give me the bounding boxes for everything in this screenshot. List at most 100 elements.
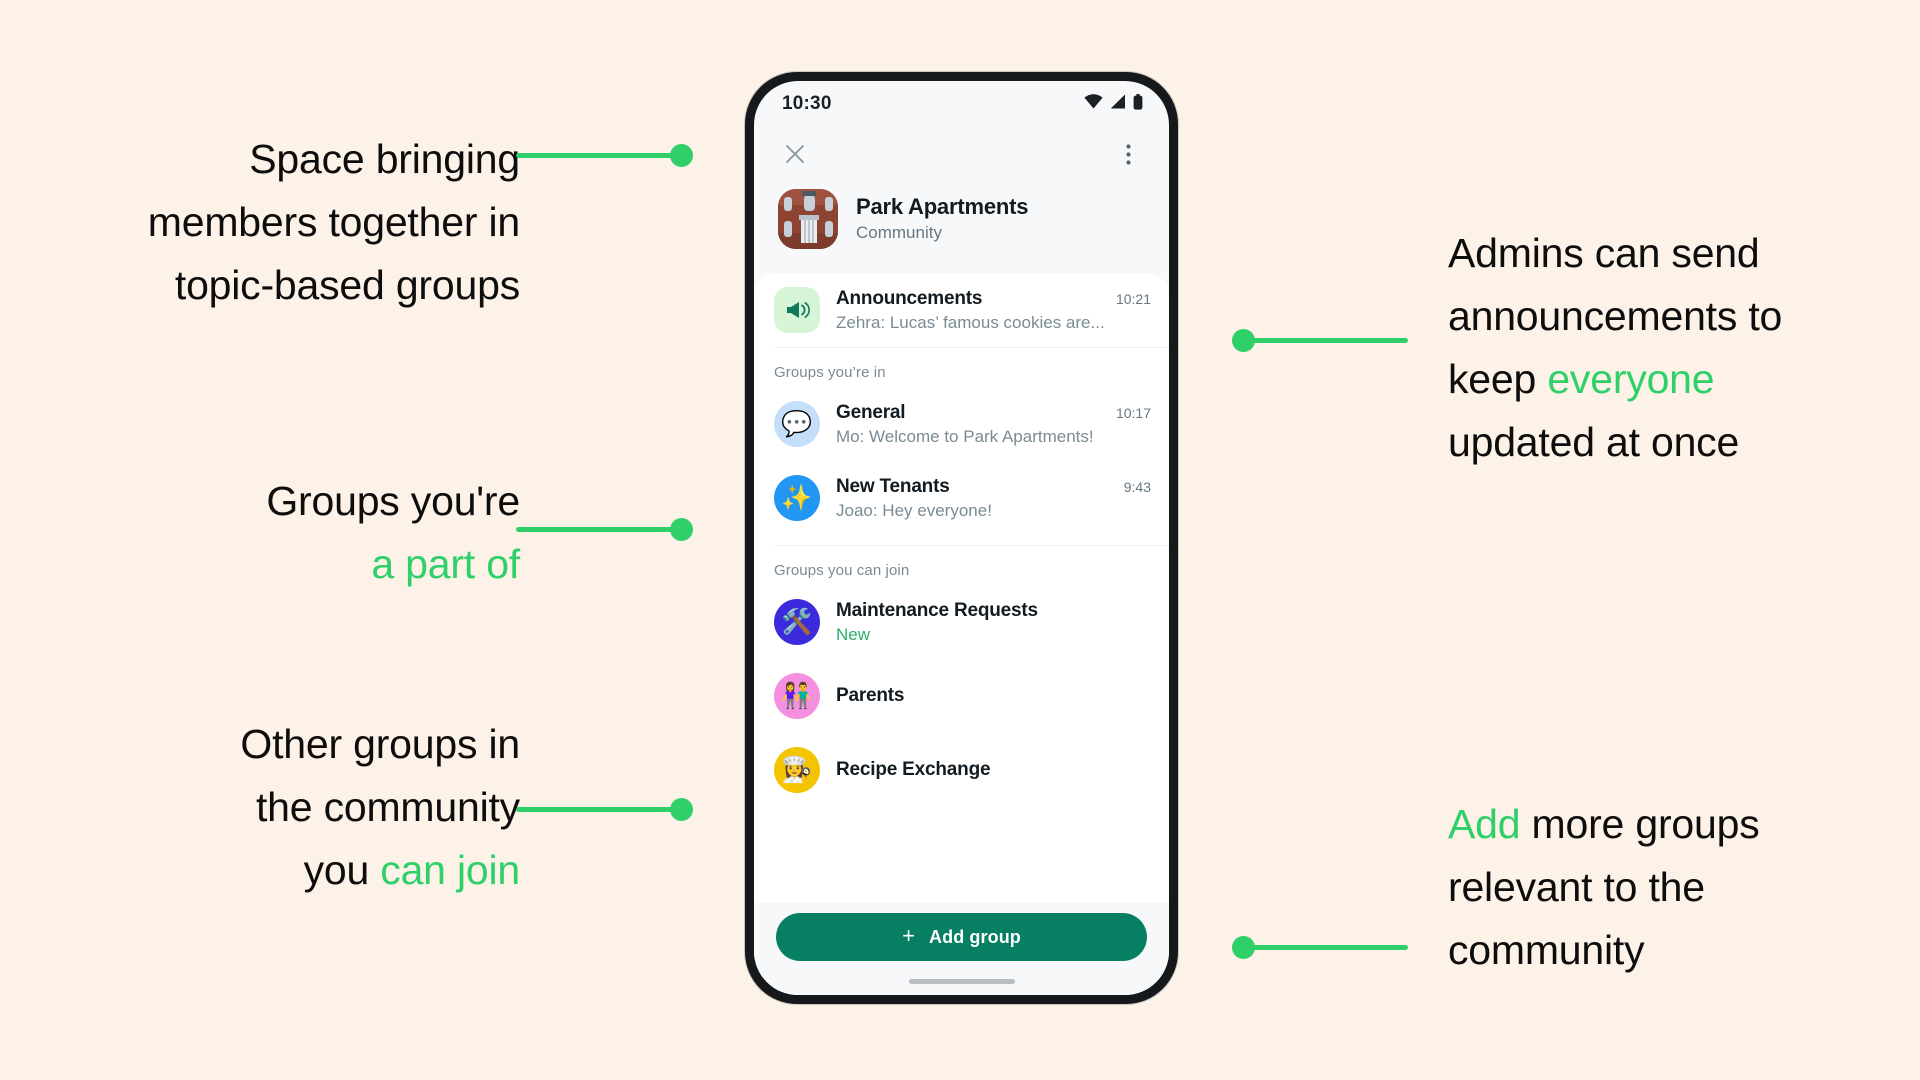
app-top-bar bbox=[754, 127, 1169, 181]
annotation-highlight: a part of bbox=[371, 541, 520, 587]
annotation-line: Admins can send bbox=[1448, 222, 1878, 285]
list-item-preview: Joao: Hey everyone! bbox=[836, 500, 992, 520]
leader-line-left-1 bbox=[516, 153, 684, 158]
list-item[interactable]: ✨ New Tenants 9:43 Joao: Hey everyone! bbox=[754, 461, 1169, 535]
annotation-text: Groups you're bbox=[266, 478, 520, 524]
cellular-signal-icon bbox=[1110, 94, 1126, 114]
annotation-text: members together in bbox=[147, 199, 520, 245]
annotation-line: Add more groups bbox=[1448, 793, 1878, 856]
phone-mockup: 10:30 Park Apartments Community Announce… bbox=[745, 72, 1178, 1004]
annotation-text: Space bringing bbox=[249, 136, 520, 182]
annotation-highlight: can join bbox=[380, 847, 520, 893]
annotation-line: Groups you're bbox=[60, 470, 520, 533]
phone-screen: 10:30 Park Apartments Community Announce… bbox=[754, 81, 1169, 995]
annotation-line: community bbox=[1448, 919, 1878, 982]
list-item-preview: Mo: Welcome to Park Apartments! bbox=[836, 426, 1094, 446]
community-header[interactable]: Park Apartments Community bbox=[754, 181, 1169, 273]
list-item-title: Parents bbox=[836, 685, 905, 706]
list-item-titleline: Announcements 10:21 bbox=[836, 288, 1151, 310]
leader-line-right-2 bbox=[1243, 945, 1408, 950]
list-item-body: New Tenants 9:43 Joao: Hey everyone! bbox=[836, 476, 1151, 521]
battery-icon bbox=[1133, 93, 1143, 115]
list-item-title: Announcements bbox=[836, 287, 983, 309]
annotation-space-bringing-members: Space bringing members together in topic-b… bbox=[60, 128, 520, 317]
groups-list: Announcements 10:21 Zehra: Lucas’ famous… bbox=[754, 273, 1169, 903]
home-indicator-area bbox=[754, 967, 1169, 995]
annotation-line: Other groups in bbox=[60, 713, 520, 776]
list-item-time: 10:21 bbox=[1115, 290, 1151, 307]
status-bar: 10:30 bbox=[754, 81, 1169, 127]
status-badge: New bbox=[836, 624, 871, 644]
annotation-line: topic-based groups bbox=[60, 254, 520, 317]
list-item-body: Parents bbox=[836, 685, 1151, 707]
annotation-text: community bbox=[1448, 927, 1645, 973]
annotation-text: more groups bbox=[1520, 801, 1760, 847]
list-item-titleline: New Tenants 9:43 bbox=[836, 476, 1151, 498]
annotation-highlight: Add bbox=[1448, 801, 1521, 847]
list-item-announcements[interactable]: Announcements 10:21 Zehra: Lucas’ famous… bbox=[754, 273, 1169, 347]
groups-sections: Groups you’re in 💬 General 10:17 Mo: Welcome… bbox=[754, 348, 1169, 807]
community-subtitle: Community bbox=[856, 223, 942, 242]
section-label: Groups you’re in bbox=[774, 364, 886, 381]
add-group-button[interactable]: + Add group bbox=[776, 913, 1147, 961]
speech-balloon-emoji: 💬 bbox=[774, 401, 820, 447]
annotation-text: keep bbox=[1448, 356, 1548, 402]
annotation-text: Admins can send bbox=[1448, 230, 1760, 276]
hammer-and-wrench-emoji: 🛠️ bbox=[774, 599, 820, 645]
annotation-text: topic-based groups bbox=[174, 262, 520, 308]
community-meta: Park Apartments Community bbox=[856, 194, 1028, 244]
annotation-line: updated at once bbox=[1448, 411, 1878, 474]
list-item-body: Maintenance Requests New bbox=[836, 600, 1151, 645]
list-item-title: New Tenants bbox=[836, 475, 950, 497]
list-item-titleline: Recipe Exchange bbox=[836, 759, 1151, 781]
man-and-woman-holding-hands-emoji: 👫 bbox=[774, 673, 820, 719]
community-avatar bbox=[778, 189, 838, 249]
list-item-time: 10:17 bbox=[1115, 404, 1151, 421]
list-item-body: Recipe Exchange bbox=[836, 759, 1151, 781]
wifi-icon bbox=[1084, 94, 1103, 114]
list-item-body: Announcements 10:21 Zehra: Lucas’ famous… bbox=[836, 288, 1151, 333]
annotation-line: members together in bbox=[60, 191, 520, 254]
more-vertical-icon[interactable] bbox=[1111, 137, 1145, 171]
annotation-line: a part of bbox=[60, 533, 520, 596]
annotation-other-groups-you-can-join: Other groups in the community you can join bbox=[60, 713, 520, 902]
list-item-titleline: General 10:17 bbox=[836, 402, 1151, 424]
list-item-title: Maintenance Requests bbox=[836, 599, 1038, 621]
close-icon[interactable] bbox=[778, 137, 812, 171]
community-name: Park Apartments bbox=[856, 194, 1029, 219]
megaphone-icon bbox=[774, 287, 820, 333]
list-item-titleline: Parents bbox=[836, 685, 1151, 707]
leader-line-left-3 bbox=[516, 807, 684, 812]
list-item[interactable]: 👩‍🍳 Recipe Exchange bbox=[754, 733, 1169, 807]
groups-card: Announcements 10:21 Zehra: Lucas’ famous… bbox=[754, 273, 1169, 995]
leader-line-left-2 bbox=[516, 527, 684, 532]
annotation-groups-youre-a-part-of: Groups you're a part of bbox=[60, 470, 520, 596]
annotation-line: the community bbox=[60, 776, 520, 839]
annotation-admins-can-send-announcements: Admins can send announcements to keep ever… bbox=[1448, 222, 1878, 474]
status-bar-clock: 10:30 bbox=[782, 93, 832, 114]
leader-dot-left-3 bbox=[670, 798, 693, 821]
annotation-text: Other groups in bbox=[240, 721, 520, 767]
annotation-line: you can join bbox=[60, 839, 521, 902]
annotation-text: announcements to bbox=[1448, 293, 1783, 339]
plus-icon: + bbox=[902, 923, 916, 948]
list-item-titleline: Maintenance Requests bbox=[836, 600, 1151, 622]
annotation-text: you bbox=[303, 847, 381, 893]
card-footer: + Add group bbox=[754, 903, 1169, 967]
sparkles-emoji: ✨ bbox=[774, 475, 820, 521]
list-item[interactable]: 💬 General 10:17 Mo: Welcome to Park Apartme… bbox=[754, 387, 1169, 461]
leader-dot-left-1 bbox=[670, 144, 693, 167]
list-item[interactable]: 👫 Parents bbox=[754, 659, 1169, 733]
annotation-text: the community bbox=[255, 784, 520, 830]
leader-line-right-1 bbox=[1243, 338, 1408, 343]
annotation-add-more-groups: Add more groups relevant to the community bbox=[1448, 793, 1878, 982]
list-item-title: General bbox=[836, 401, 906, 423]
annotation-line: relevant to the bbox=[1448, 856, 1878, 919]
cook-emoji: 👩‍🍳 bbox=[774, 747, 820, 793]
annotation-highlight: everyone bbox=[1547, 356, 1715, 402]
status-bar-icons bbox=[1084, 93, 1143, 115]
annotation-line: Space bringing bbox=[60, 128, 520, 191]
home-indicator[interactable] bbox=[908, 978, 1015, 984]
list-item-title: Recipe Exchange bbox=[836, 759, 991, 780]
list-item[interactable]: 🛠️ Maintenance Requests New bbox=[754, 585, 1169, 659]
